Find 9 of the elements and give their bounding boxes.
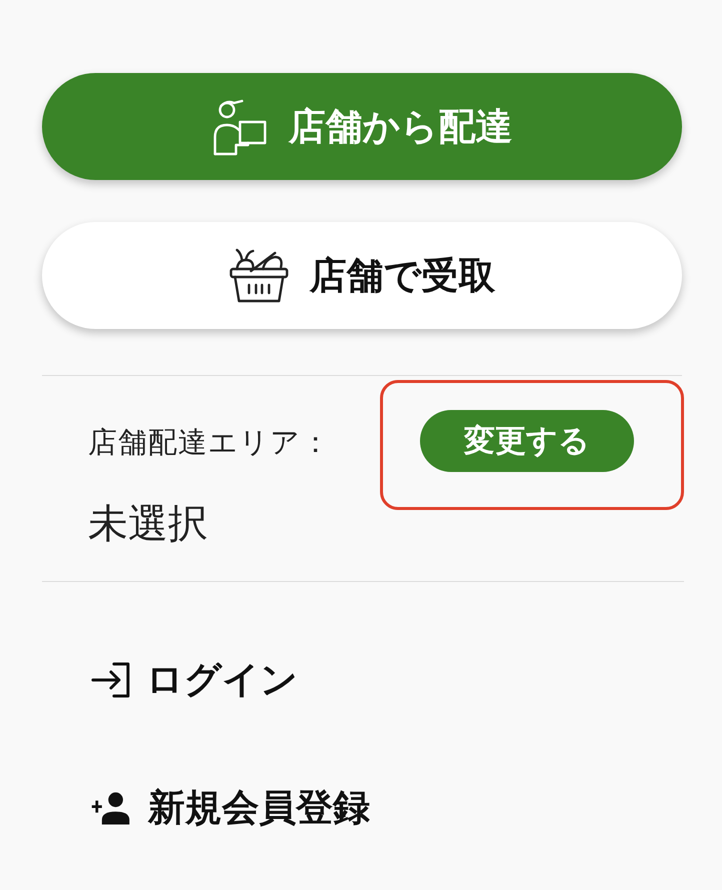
delivery-button[interactable]: 店舗から配達 xyxy=(42,73,682,180)
pickup-button[interactable]: 店舗で受取 xyxy=(42,222,682,329)
login-link[interactable]: ログイン xyxy=(90,655,298,705)
change-button[interactable]: 変更する xyxy=(420,410,634,472)
area-label: 店舗配達エリア： xyxy=(88,425,331,459)
area-value: 未選択 xyxy=(88,500,209,548)
login-icon xyxy=(90,661,132,699)
signup-link[interactable]: 新規会員登録 xyxy=(90,783,370,833)
basket-icon xyxy=(228,247,288,304)
